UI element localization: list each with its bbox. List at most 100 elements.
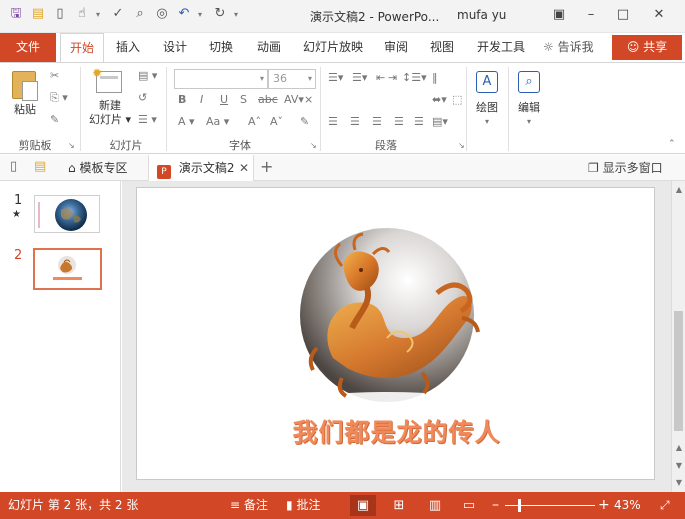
- font-name-select[interactable]: ▾: [174, 69, 268, 89]
- zoom-out-icon[interactable]: –: [492, 492, 499, 519]
- cut-icon[interactable]: ✂: [50, 69, 59, 83]
- redo-icon[interactable]: ↻: [212, 6, 228, 22]
- tab-home[interactable]: 开始: [60, 33, 104, 62]
- grow-font-icon[interactable]: A˄: [248, 115, 261, 129]
- layout-icon[interactable]: ▤ ▾: [138, 69, 157, 83]
- open-folder-icon[interactable]: ▤: [30, 6, 46, 22]
- tab-transitions[interactable]: 切换: [200, 33, 242, 62]
- collapse-ribbon-icon[interactable]: ⌃: [668, 137, 676, 151]
- section-icon[interactable]: ☰ ▾: [138, 113, 157, 127]
- presenter-icon[interactable]: ◎: [154, 6, 170, 22]
- dialog-launcher-icon[interactable]: ↘: [458, 139, 465, 153]
- tab-design[interactable]: 设计: [154, 33, 196, 62]
- new-slide-button[interactable]: ✹ 新建 幻灯片 ▾: [86, 66, 134, 133]
- tab-view[interactable]: 视图: [422, 33, 462, 62]
- justify-icon[interactable]: ☰: [394, 115, 404, 129]
- spelling-icon[interactable]: ✓: [110, 6, 126, 22]
- minimize-icon[interactable]: –: [578, 4, 604, 26]
- normal-view-icon[interactable]: ▣: [350, 495, 376, 516]
- tab-insert[interactable]: 插入: [108, 33, 148, 62]
- char-spacing-icon[interactable]: AV▾: [284, 93, 304, 107]
- change-case-icon[interactable]: Aa ▾: [206, 115, 229, 129]
- tab-template-zone[interactable]: ⌂ 模板专区: [62, 155, 146, 181]
- align-center-icon[interactable]: ☰: [350, 115, 360, 129]
- underline-icon[interactable]: U: [220, 93, 228, 107]
- ribbon-display-icon[interactable]: ▣: [546, 4, 572, 26]
- save-icon[interactable]: 🖫: [8, 6, 24, 22]
- reading-view-icon[interactable]: ▥: [422, 495, 448, 516]
- open-folder-icon[interactable]: ▤: [34, 159, 46, 174]
- clear-format-icon[interactable]: ⨯: [304, 93, 313, 107]
- font-size-select[interactable]: 36 ▾: [268, 69, 316, 89]
- scroll-down-icon[interactable]: ▼: [672, 476, 685, 490]
- prev-slide-icon[interactable]: ▲: [672, 441, 685, 455]
- touch-mode-icon[interactable]: ☝: [74, 6, 90, 22]
- reset-icon[interactable]: ↺: [138, 91, 147, 105]
- close-tab-icon[interactable]: ✕: [239, 155, 249, 181]
- maximize-icon[interactable]: □: [610, 4, 636, 26]
- tab-developer[interactable]: 开发工具: [470, 33, 532, 62]
- drawing-button[interactable]: A 绘图 ▾: [470, 69, 504, 133]
- close-icon[interactable]: ✕: [646, 4, 672, 26]
- show-multiple-windows-button[interactable]: ❐ 显示多窗口: [588, 155, 663, 181]
- align-right-icon[interactable]: ☰: [372, 115, 382, 129]
- slide-thumbnail-2[interactable]: [33, 248, 102, 290]
- scrollbar-thumb[interactable]: [674, 311, 683, 431]
- text-direction-icon[interactable]: ⬌▾: [432, 93, 447, 107]
- editing-button[interactable]: ⌕ 编辑 ▾: [512, 69, 546, 133]
- increase-indent-icon[interactable]: ⇥: [388, 71, 397, 85]
- user-name[interactable]: mufa yu: [457, 8, 506, 22]
- slideshow-view-icon[interactable]: ▭: [456, 495, 482, 516]
- highlight-icon[interactable]: ✎: [300, 115, 309, 129]
- tell-me-box[interactable]: ☼ 告诉我: [543, 33, 594, 62]
- dialog-launcher-icon[interactable]: ↘: [310, 139, 317, 153]
- tab-file[interactable]: 文件: [0, 33, 56, 62]
- slide-thumbnail-1[interactable]: [34, 195, 100, 233]
- zoom-slider-handle[interactable]: [518, 499, 521, 512]
- numbering-icon[interactable]: ☰▾: [352, 71, 367, 85]
- comments-button[interactable]: ▮ 批注: [286, 492, 320, 519]
- align-left-icon[interactable]: ☰: [328, 115, 338, 129]
- bullets-icon[interactable]: ☰▾: [328, 71, 343, 85]
- print-preview-icon[interactable]: ⌕: [132, 6, 148, 22]
- font-size-value: 36: [273, 72, 287, 85]
- fit-slide-icon[interactable]: ⤢: [660, 492, 670, 519]
- zoom-in-icon[interactable]: +: [598, 492, 610, 519]
- chevron-down-icon[interactable]: ▾: [198, 10, 206, 19]
- paste-button[interactable]: 粘贴: [8, 69, 42, 117]
- add-tab-icon[interactable]: +: [260, 157, 273, 176]
- format-painter-icon[interactable]: ✎: [50, 113, 59, 127]
- columns-icon[interactable]: ‖: [432, 71, 438, 85]
- line-spacing-icon[interactable]: ↕☰▾: [402, 71, 427, 85]
- undo-icon[interactable]: ↶: [176, 6, 192, 22]
- next-slide-icon[interactable]: ▼: [672, 459, 685, 473]
- slide-sorter-view-icon[interactable]: ⊞: [386, 495, 412, 516]
- share-button[interactable]: ☺ 共享: [612, 35, 682, 60]
- vertical-scrollbar[interactable]: ▲ ▲ ▼ ▼: [671, 181, 685, 492]
- copy-icon[interactable]: ⎘ ▾: [50, 91, 68, 105]
- current-slide[interactable]: 我们都是龙的传人: [136, 187, 655, 480]
- bold-icon[interactable]: B: [178, 93, 186, 107]
- font-color-icon[interactable]: A ▾: [178, 115, 195, 129]
- tab-review[interactable]: 审阅: [376, 33, 416, 62]
- italic-icon[interactable]: I: [200, 93, 203, 107]
- smartart-icon[interactable]: ⬚: [452, 93, 462, 107]
- decrease-indent-icon[interactable]: ⇤: [376, 71, 385, 85]
- zoom-level[interactable]: 43%: [614, 492, 641, 519]
- new-file-icon[interactable]: ▯: [52, 6, 68, 22]
- dialog-launcher-icon[interactable]: ↘: [68, 139, 75, 153]
- slide-title-text[interactable]: 我们都是龙的传人: [137, 413, 656, 449]
- tab-animations[interactable]: 动画: [248, 33, 290, 62]
- scroll-up-icon[interactable]: ▲: [672, 183, 685, 197]
- strikethrough-icon[interactable]: abc: [258, 93, 278, 107]
- new-document-icon[interactable]: ▯: [10, 159, 17, 174]
- distributed-icon[interactable]: ☰: [414, 115, 424, 129]
- customize-qat-icon[interactable]: ▾: [234, 10, 242, 19]
- tab-current-document[interactable]: P 演示文稿2 ✕: [148, 155, 254, 181]
- shadow-icon[interactable]: S: [240, 93, 247, 107]
- align-text-icon[interactable]: ▤▾: [432, 115, 448, 129]
- shrink-font-icon[interactable]: A˅: [270, 115, 283, 129]
- chevron-down-icon[interactable]: ▾: [96, 10, 104, 19]
- tab-slideshow[interactable]: 幻灯片放映: [298, 33, 368, 62]
- notes-button[interactable]: ≡ 备注: [230, 492, 268, 519]
